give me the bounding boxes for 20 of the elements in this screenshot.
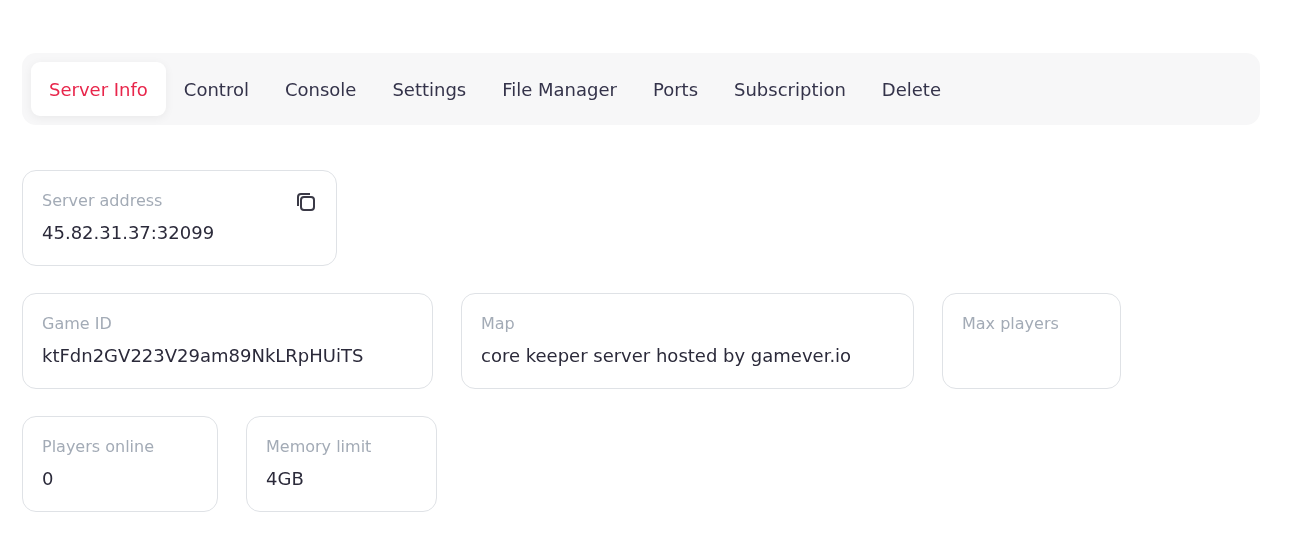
field-value: 0	[42, 468, 55, 489]
field-label: Players online	[42, 437, 154, 456]
tab[interactable]: Subscription	[716, 62, 864, 116]
tab[interactable]: Settings	[374, 62, 485, 116]
field-label: Server address	[42, 191, 163, 210]
field-value: 4GB	[266, 468, 305, 489]
tab[interactable]: Server Info	[31, 62, 166, 116]
field-label: Map	[481, 314, 515, 333]
tab[interactable]: Control	[165, 62, 267, 116]
copy-icon[interactable]	[295, 191, 317, 213]
field-value: 45.82.31.37:32099	[42, 222, 216, 243]
field-label: Memory limit	[266, 437, 372, 456]
field-value: ktFdn2GV223V29am89NkLRpHUiTS	[42, 345, 365, 366]
tab[interactable]: Console	[266, 62, 375, 116]
field-label: Game ID	[42, 314, 112, 333]
tab[interactable]: Delete	[863, 62, 959, 116]
tab[interactable]: Ports	[634, 62, 716, 116]
field-label: Max players	[962, 314, 1059, 333]
tab[interactable]: File Manager	[484, 62, 635, 116]
field-value: core keeper server hosted by gamever.io	[481, 345, 853, 366]
